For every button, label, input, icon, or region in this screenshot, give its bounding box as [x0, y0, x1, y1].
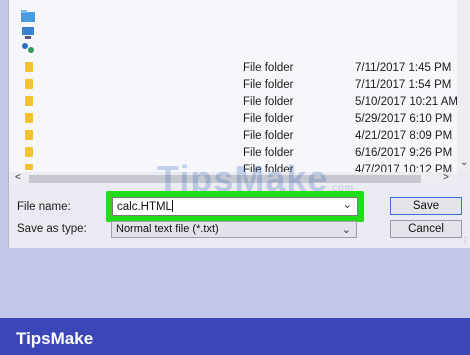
scroll-down-icon[interactable]: ⌄ — [460, 157, 468, 168]
item-date: 4/7/2017 10:12 PM — [355, 164, 453, 172]
resize-grip-icon[interactable]: ⋮⋮ — [461, 236, 470, 245]
list-item[interactable]: File folder 5/29/2017 6:10 PM — [231, 111, 457, 128]
folder-icon[interactable] — [25, 62, 33, 72]
item-type: File folder — [243, 79, 294, 91]
folder-icon[interactable] — [25, 113, 33, 123]
folder-icon[interactable] — [25, 130, 33, 140]
save-as-type-value: Normal text file (*.txt) — [116, 223, 219, 235]
item-type: File folder — [243, 62, 294, 74]
brand-logo: TipsMake — [16, 329, 94, 348]
item-type: File folder — [243, 113, 294, 125]
text-caret — [171, 200, 173, 212]
item-date: 4/21/2017 8:09 PM — [355, 130, 453, 142]
list-item[interactable]: File folder 7/11/2017 1:45 PM — [231, 60, 457, 77]
vertical-scrollbar[interactable]: ⌄ — [457, 0, 470, 172]
file-name-value: calc.HTML — [117, 201, 172, 213]
list-item[interactable]: File folder 5/10/2017 10:21 AM — [231, 94, 458, 111]
save-as-type-label: Save as type: — [17, 223, 87, 235]
network-icon[interactable] — [21, 42, 35, 54]
chevron-down-icon[interactable]: ⌄ — [343, 198, 352, 211]
item-type: File folder — [243, 96, 294, 108]
file-name-label: File name: — [17, 201, 71, 213]
file-name-highlight: calc.HTML ⌄ — [106, 191, 364, 222]
item-date: 7/11/2017 1:45 PM — [355, 62, 452, 74]
library-icon[interactable] — [21, 10, 35, 22]
folder-icon[interactable] — [25, 164, 33, 170]
computer-icon[interactable] — [21, 27, 35, 39]
list-item[interactable]: File folder 7/11/2017 1:54 PM — [231, 77, 457, 94]
screenshot-area: File folder 7/11/2017 1:45 PM File folde… — [0, 0, 470, 318]
item-date: 5/29/2017 6:10 PM — [355, 113, 453, 125]
item-type: File folder — [243, 130, 294, 142]
folder-icon[interactable] — [25, 79, 33, 89]
file-name-input[interactable]: calc.HTML ⌄ — [112, 197, 358, 216]
cancel-button[interactable]: Cancel — [390, 220, 462, 238]
folder-icon[interactable] — [25, 147, 33, 157]
save-button[interactable]: Save — [390, 197, 462, 215]
scroll-left-icon[interactable]: < — [15, 172, 21, 183]
chevron-down-icon[interactable]: ⌄ — [342, 223, 351, 236]
item-date: 6/16/2017 9:26 PM — [355, 147, 453, 159]
item-date: 5/10/2017 10:21 AM — [355, 96, 458, 108]
save-as-dialog: File folder 7/11/2017 1:45 PM File folde… — [8, 0, 470, 248]
navigation-pane — [9, 0, 231, 172]
save-as-type-select[interactable]: Normal text file (*.txt) ⌄ — [111, 221, 357, 238]
item-date: 7/11/2017 1:54 PM — [355, 79, 452, 91]
list-item[interactable]: File folder 4/21/2017 8:09 PM — [231, 128, 457, 145]
folder-icon[interactable] — [25, 96, 33, 106]
scroll-right-icon[interactable]: > — [443, 172, 449, 183]
file-list: File folder 7/11/2017 1:45 PM File folde… — [231, 0, 458, 172]
